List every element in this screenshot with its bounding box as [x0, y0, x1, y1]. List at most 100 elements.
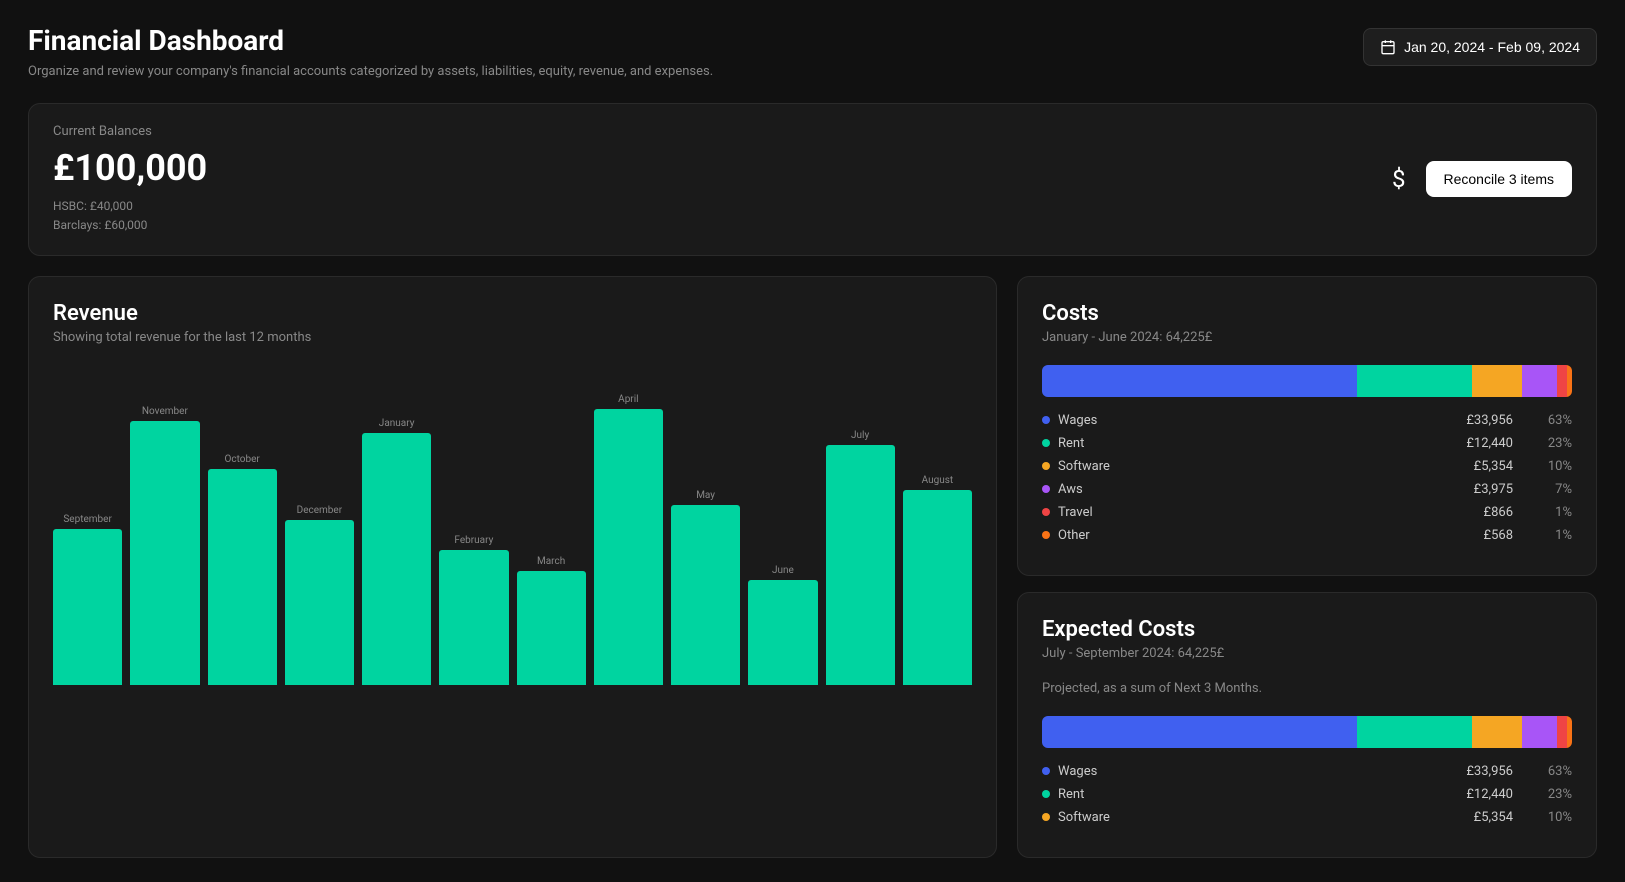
- stacked-segment: [1557, 716, 1567, 748]
- cost-row: Aws £3,975 7%: [1042, 482, 1572, 497]
- bar-label: January: [379, 418, 415, 429]
- bar-group: February: [439, 535, 508, 685]
- cost-label: Travel: [1058, 505, 1093, 520]
- cost-amount: £33,956: [1162, 413, 1513, 428]
- cost-label: Rent: [1058, 436, 1084, 451]
- costs-period: January - June 2024: 64,225£: [1042, 330, 1572, 345]
- page-subtitle: Organize and review your company's finan…: [28, 64, 713, 79]
- cost-row: Rent £12,440 23%: [1042, 787, 1572, 802]
- cost-row-left: Wages: [1042, 413, 1162, 428]
- balance-amount: £100,000: [53, 147, 207, 189]
- bar-group: October: [208, 454, 277, 685]
- cost-amount: £3,975: [1162, 482, 1513, 497]
- hsbc-balance: HSBC: £40,000: [53, 197, 207, 216]
- bar-label: April: [618, 394, 638, 405]
- stacked-segment: [1567, 365, 1572, 397]
- cost-amount: £5,354: [1162, 810, 1513, 825]
- bar-group: April: [594, 394, 663, 685]
- cost-label: Software: [1058, 459, 1110, 474]
- bar-label: August: [922, 475, 954, 486]
- bar-label: June: [772, 565, 794, 576]
- cost-row-left: Wages: [1042, 764, 1162, 779]
- page-header: Financial Dashboard Organize and review …: [28, 24, 1597, 79]
- cost-row: Software £5,354 10%: [1042, 459, 1572, 474]
- bar: [826, 445, 895, 685]
- cost-label: Aws: [1058, 482, 1083, 497]
- cost-row-left: Rent: [1042, 787, 1162, 802]
- bar: [130, 421, 199, 685]
- stacked-segment: [1357, 716, 1472, 748]
- cost-dot: [1042, 767, 1050, 775]
- stacked-segment: [1472, 716, 1522, 748]
- bar: [439, 550, 508, 685]
- cost-dot: [1042, 485, 1050, 493]
- bar-label: March: [537, 556, 565, 567]
- balance-right: $ Reconcile 3 items: [1392, 161, 1572, 197]
- bar-group: November: [130, 406, 199, 685]
- expected-costs-period: July - September 2024: 64,225£: [1042, 646, 1572, 661]
- stacked-segment: [1357, 365, 1472, 397]
- cost-pct: 7%: [1537, 482, 1572, 497]
- bar: [208, 469, 277, 685]
- cost-pct: 10%: [1537, 459, 1572, 474]
- stacked-segment: [1522, 716, 1557, 748]
- main-grid: Revenue Showing total revenue for the la…: [28, 276, 1597, 858]
- expected-stacked-bar: [1042, 716, 1572, 748]
- costs-title: Costs: [1042, 301, 1572, 326]
- calendar-icon: [1380, 39, 1396, 55]
- cost-row: Wages £33,956 63%: [1042, 764, 1572, 779]
- cost-dot: [1042, 790, 1050, 798]
- bar-group: September: [53, 514, 122, 685]
- bar-label: September: [63, 514, 112, 525]
- cost-pct: 1%: [1537, 505, 1572, 520]
- bar: [362, 433, 431, 685]
- cost-row-left: Software: [1042, 810, 1162, 825]
- bar: [517, 571, 586, 685]
- bar-label: July: [851, 430, 869, 441]
- cost-dot: [1042, 439, 1050, 447]
- bar-group: June: [748, 565, 817, 685]
- cost-dot: [1042, 416, 1050, 424]
- page-title: Financial Dashboard: [28, 24, 713, 58]
- cost-label: Rent: [1058, 787, 1084, 802]
- current-balances-card: Current Balances £100,000 HSBC: £40,000 …: [28, 103, 1597, 256]
- cost-amount: £12,440: [1162, 787, 1513, 802]
- bar-label: October: [224, 454, 259, 465]
- cost-amount: £33,956: [1162, 764, 1513, 779]
- cost-amount: £866: [1162, 505, 1513, 520]
- bar: [671, 505, 740, 685]
- cost-pct: 63%: [1537, 764, 1572, 779]
- date-range-label: Jan 20, 2024 - Feb 09, 2024: [1404, 39, 1580, 55]
- stacked-segment: [1557, 365, 1567, 397]
- bar: [748, 580, 817, 685]
- expected-items-list: Wages £33,956 63% Rent £12,440 23% Softw…: [1042, 764, 1572, 825]
- expected-costs-title: Expected Costs: [1042, 617, 1572, 642]
- cost-row-left: Aws: [1042, 482, 1162, 497]
- date-range-button[interactable]: Jan 20, 2024 - Feb 09, 2024: [1363, 28, 1597, 66]
- cost-label: Wages: [1058, 764, 1097, 779]
- cost-row-left: Other: [1042, 528, 1162, 543]
- cost-amount: £12,440: [1162, 436, 1513, 451]
- bar-group: January: [362, 418, 431, 685]
- cost-dot: [1042, 531, 1050, 539]
- cost-row: Wages £33,956 63%: [1042, 413, 1572, 428]
- cost-label: Software: [1058, 810, 1110, 825]
- costs-items-list: Wages £33,956 63% Rent £12,440 23% Softw…: [1042, 413, 1572, 543]
- bar-label: February: [454, 535, 493, 546]
- cost-label: Other: [1058, 528, 1090, 543]
- bar-label: May: [696, 490, 715, 501]
- stacked-segment: [1042, 365, 1357, 397]
- expected-costs-card: Expected Costs July - September 2024: 64…: [1017, 592, 1597, 858]
- stacked-segment: [1522, 365, 1557, 397]
- bar-group: July: [826, 430, 895, 685]
- expected-costs-header: Expected Costs July - September 2024: 64…: [1042, 617, 1572, 696]
- cost-pct: 63%: [1537, 413, 1572, 428]
- cost-amount: £5,354: [1162, 459, 1513, 474]
- costs-header: Costs January - June 2024: 64,225£: [1042, 301, 1572, 345]
- reconcile-button[interactable]: Reconcile 3 items: [1426, 161, 1573, 197]
- balance-breakdown: HSBC: £40,000 Barclays: £60,000: [53, 197, 207, 235]
- cost-row-left: Rent: [1042, 436, 1162, 451]
- barclays-balance: Barclays: £60,000: [53, 216, 207, 235]
- cost-pct: 23%: [1537, 787, 1572, 802]
- revenue-title: Revenue: [53, 301, 972, 326]
